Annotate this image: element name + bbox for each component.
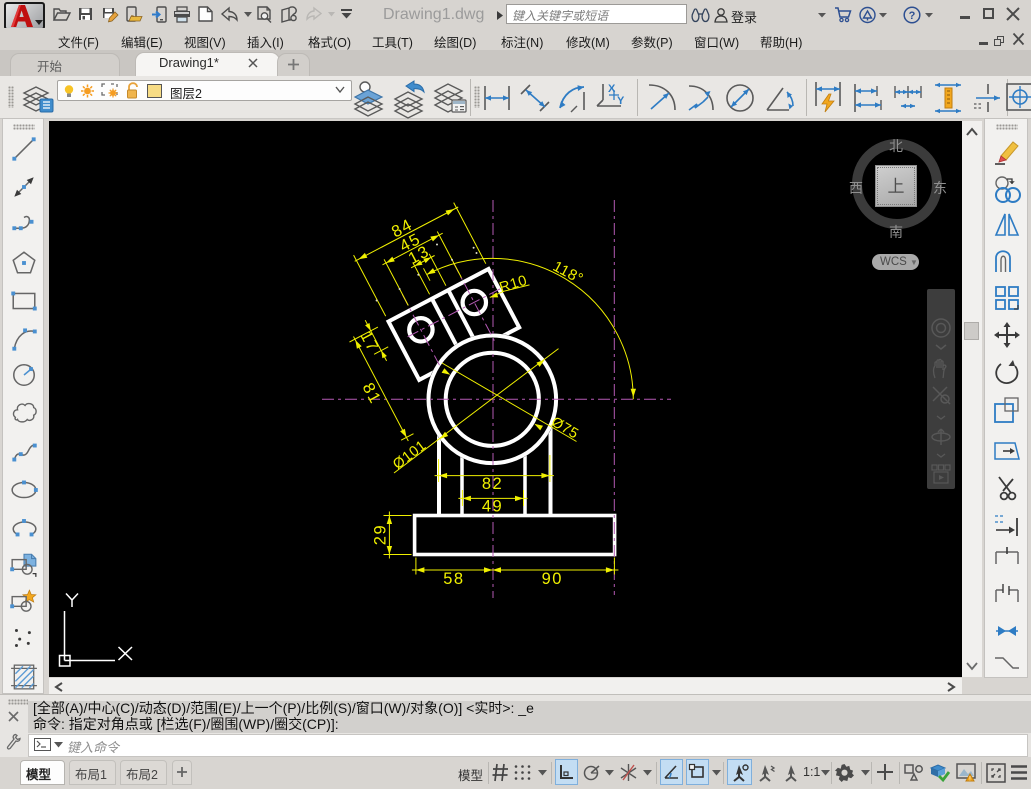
svg-text:90: 90 <box>542 570 563 588</box>
svg-text:118°: 118° <box>550 258 586 288</box>
svg-text:X: X <box>608 83 616 95</box>
svg-text:29: 29 <box>371 524 389 545</box>
svg-text:17: 17 <box>356 328 382 355</box>
svg-text:58: 58 <box>443 570 464 588</box>
svg-text:Ø101: Ø101 <box>390 438 430 473</box>
svg-text:49: 49 <box>482 498 503 516</box>
svg-text:82: 82 <box>482 475 503 493</box>
svg-text:Ø75: Ø75 <box>548 414 581 442</box>
svg-text:Y: Y <box>617 95 625 107</box>
svg-text:R10: R10 <box>498 273 530 297</box>
svg-text:?: ? <box>909 10 916 22</box>
svg-text:81: 81 <box>359 380 385 407</box>
